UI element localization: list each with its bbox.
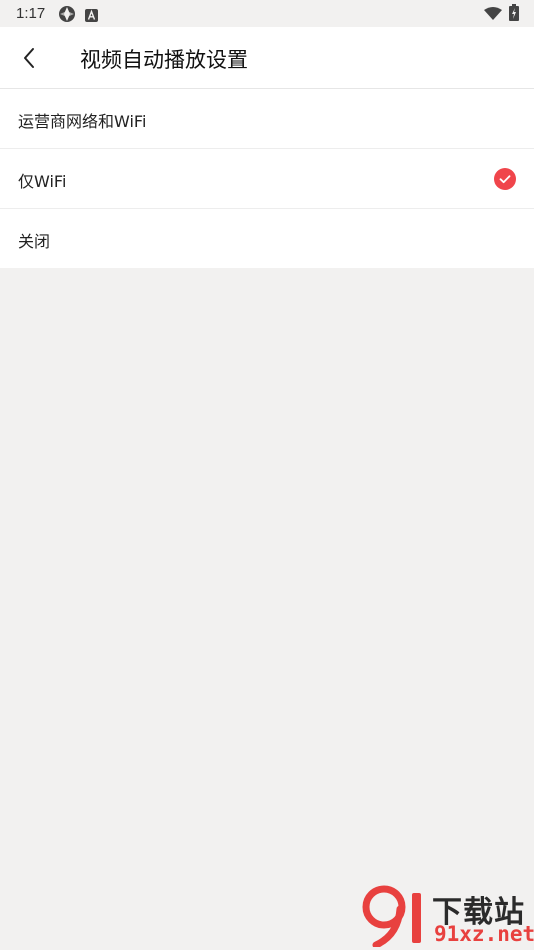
- wifi-icon: [484, 6, 502, 25]
- a-notification-icon: [85, 7, 98, 26]
- header-bar: 视频自动播放设置: [0, 27, 534, 89]
- option-carrier-and-wifi[interactable]: 运营商网络和WiFi: [0, 89, 534, 149]
- back-button[interactable]: [10, 38, 50, 78]
- autoplay-options-list: 运营商网络和WiFi 仅WiFi 关闭: [0, 89, 534, 268]
- watermark: 下载站 91xz.net: [362, 885, 534, 950]
- check-icon: [494, 168, 516, 190]
- chevron-left-icon: [24, 48, 34, 68]
- option-label: 关闭: [18, 232, 51, 251]
- option-label: 仅WiFi: [18, 172, 67, 191]
- status-bar: 1:17: [0, 0, 534, 27]
- app-notification-icon: [58, 5, 76, 27]
- status-time: 1:17: [16, 5, 46, 22]
- option-off[interactable]: 关闭: [0, 209, 534, 268]
- option-wifi-only[interactable]: 仅WiFi: [0, 149, 534, 209]
- battery-charging-icon: [509, 4, 519, 25]
- watermark-logo-icon: [362, 885, 421, 947]
- option-label: 运营商网络和WiFi: [18, 112, 147, 131]
- page-title: 视频自动播放设置: [80, 48, 248, 72]
- watermark-bottom-text: 91xz.net: [434, 922, 534, 946]
